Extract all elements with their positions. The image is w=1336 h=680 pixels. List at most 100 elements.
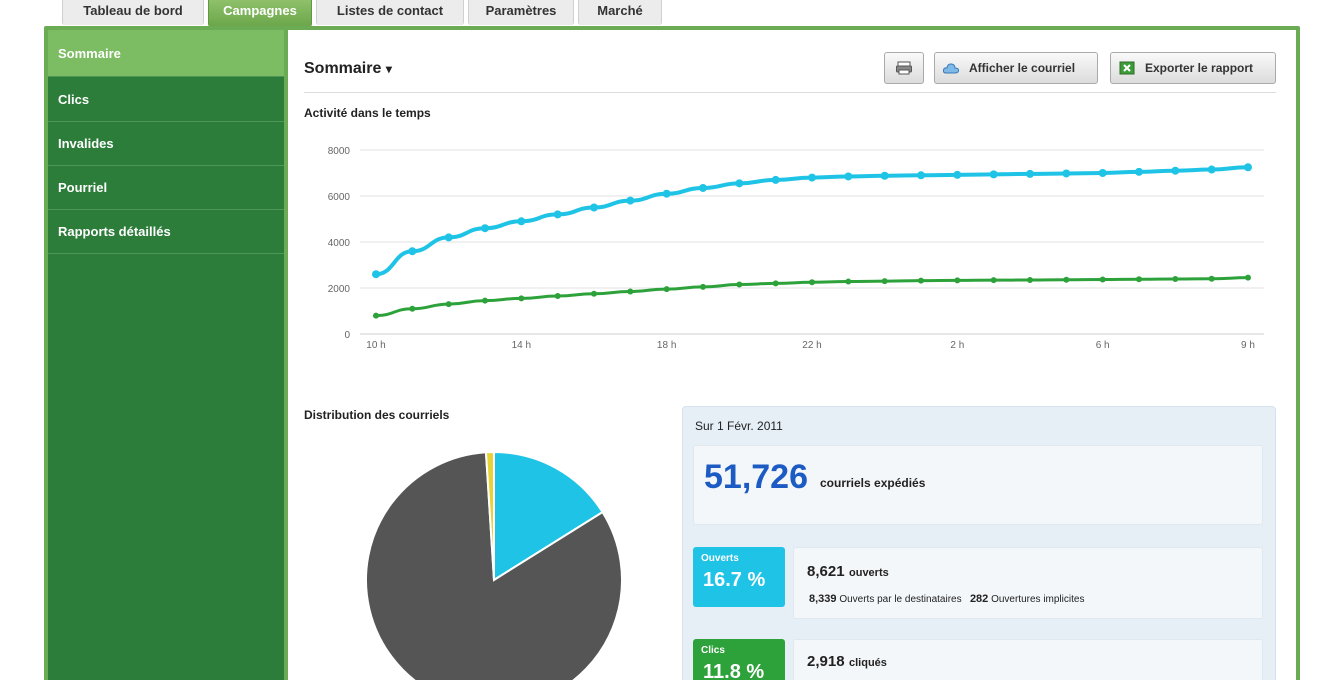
data-point bbox=[1099, 276, 1106, 283]
data-point bbox=[663, 286, 670, 293]
page-title-text: Sommaire bbox=[304, 60, 382, 77]
sidebar: Sommaire Clics Invalides Pourriel Rappor… bbox=[48, 30, 284, 680]
data-point bbox=[1245, 274, 1251, 281]
export-report-label: Exporter le rapport bbox=[1145, 61, 1254, 75]
x-tick-label: 2 h bbox=[950, 340, 964, 351]
data-point bbox=[700, 283, 706, 290]
sidebar-item-label: Clics bbox=[58, 92, 90, 107]
tab-marche[interactable]: Marché bbox=[578, 0, 662, 25]
data-point bbox=[517, 217, 526, 226]
x-tick-label: 10 h bbox=[366, 340, 385, 351]
data-point bbox=[591, 290, 597, 297]
tab-listes-de-contact[interactable]: Listes de contact bbox=[316, 0, 464, 25]
stats-date: Sur 1 Févr. 2011 bbox=[695, 419, 783, 433]
y-tick-label: 0 bbox=[344, 330, 350, 341]
sidebar-item-clics[interactable]: Clics bbox=[48, 78, 284, 122]
activity-line-chart: 0 2000 4000 6000 8000 10 h 14 h 18 h 22 h 2 h 6 h 9… bbox=[328, 146, 1264, 351]
data-point bbox=[844, 172, 853, 181]
sidebar-item-label: Rapports détaillés bbox=[58, 224, 171, 239]
series-line bbox=[375, 165, 1249, 277]
export-report-button[interactable]: Exporter le rapport bbox=[1110, 52, 1276, 84]
data-point bbox=[1098, 169, 1107, 177]
clicks-badge-label: Clics bbox=[701, 645, 725, 656]
sidebar-item-pourriel[interactable]: Pourriel bbox=[48, 166, 284, 210]
data-point bbox=[1171, 166, 1180, 175]
page-title[interactable]: Sommaire ▾ bbox=[304, 60, 392, 78]
sidebar-item-invalides[interactable]: Invalides bbox=[48, 122, 284, 166]
top-tab-bar: Tableau de bord Campagnes Listes de cont… bbox=[0, 0, 1336, 27]
data-point bbox=[373, 312, 379, 319]
data-point bbox=[408, 247, 417, 256]
data-point bbox=[554, 293, 561, 300]
chevron-down-icon: ▾ bbox=[385, 62, 392, 76]
opened-badge-label: Ouverts bbox=[701, 553, 739, 564]
data-point bbox=[1027, 276, 1033, 283]
clicks-label: cliqués bbox=[849, 657, 887, 669]
data-point bbox=[1208, 275, 1215, 282]
data-point bbox=[699, 183, 707, 192]
distribution-pie-chart bbox=[365, 450, 623, 680]
view-email-button[interactable]: Afficher le courriel bbox=[934, 52, 1098, 84]
opened-label: ouverts bbox=[849, 567, 889, 579]
x-tick-label: 14 h bbox=[512, 340, 531, 351]
data-point bbox=[1063, 276, 1070, 283]
data-point bbox=[482, 297, 488, 304]
data-point bbox=[735, 179, 744, 188]
data-point bbox=[590, 203, 598, 212]
opened-number: 8,621 bbox=[807, 563, 845, 580]
y-tick-label: 4000 bbox=[328, 238, 351, 249]
data-point bbox=[1244, 163, 1252, 172]
spreadsheet-icon bbox=[1119, 61, 1135, 75]
app-window: Tableau de bord Campagnes Listes de cont… bbox=[0, 0, 1336, 680]
data-point bbox=[954, 277, 961, 284]
opened-stat: 8,621 ouverts bbox=[807, 563, 889, 581]
clicks-stat: 2,918 cliqués bbox=[807, 653, 887, 671]
implicit-opens-number: 282 bbox=[969, 593, 989, 605]
x-tick-label: 6 h bbox=[1096, 340, 1110, 351]
data-point bbox=[481, 224, 489, 233]
data-point bbox=[1026, 169, 1034, 178]
opened-badge: Ouverts 16.7 % bbox=[693, 547, 785, 607]
data-point bbox=[771, 175, 780, 184]
data-point bbox=[881, 278, 888, 285]
print-icon bbox=[896, 61, 912, 75]
opened-breakdown: 8,339 Ouverts par le destinataires 282 O… bbox=[809, 593, 1084, 605]
data-point bbox=[626, 196, 635, 205]
data-point bbox=[553, 210, 562, 219]
x-tick-label: 18 h bbox=[657, 340, 676, 351]
opened-by-recipients-label: Ouverts par le destinataires bbox=[839, 594, 962, 605]
clicks-number: 2,918 bbox=[807, 653, 845, 670]
tab-tableau-de-bord[interactable]: Tableau de bord bbox=[62, 0, 204, 25]
data-point bbox=[1207, 165, 1216, 174]
clicks-badge: Clics 11.8 % bbox=[693, 639, 785, 680]
tab-label: Tableau de bord bbox=[83, 3, 183, 18]
sidebar-item-label: Pourriel bbox=[58, 180, 108, 195]
tab-label: Marché bbox=[597, 3, 643, 18]
data-point bbox=[880, 171, 889, 180]
data-point bbox=[918, 277, 924, 284]
x-tick-label: 9 h bbox=[1241, 340, 1255, 351]
x-tick-label: 22 h bbox=[802, 340, 821, 351]
print-button[interactable] bbox=[884, 52, 924, 84]
sent-number: 51,726 bbox=[704, 458, 808, 496]
sidebar-item-sommaire[interactable]: Sommaire bbox=[48, 30, 284, 77]
implicit-opens-label: Ouvertures implicites bbox=[991, 594, 1085, 605]
tab-parametres[interactable]: Paramètres bbox=[468, 0, 574, 25]
y-tick-label: 8000 bbox=[328, 146, 351, 157]
sent-label: courriels expédiés bbox=[820, 476, 926, 490]
sidebar-item-rapports-detailles[interactable]: Rapports détaillés bbox=[48, 210, 284, 254]
stats-panel: Sur 1 Févr. 2011 51,726 courriels expédi… bbox=[682, 406, 1276, 680]
activity-section-title: Activité dans le temps bbox=[304, 106, 431, 120]
view-email-label: Afficher le courriel bbox=[969, 61, 1076, 75]
data-point bbox=[808, 173, 816, 182]
distribution-section-title: Distribution des courriels bbox=[304, 408, 450, 422]
data-point bbox=[1136, 276, 1142, 283]
sidebar-item-label: Invalides bbox=[58, 136, 114, 151]
sidebar-item-label: Sommaire bbox=[58, 46, 121, 61]
data-point bbox=[662, 189, 671, 198]
y-tick-label: 6000 bbox=[328, 192, 351, 203]
data-point bbox=[990, 277, 997, 284]
data-point bbox=[772, 280, 779, 287]
tab-campagnes[interactable]: Campagnes bbox=[208, 0, 312, 27]
header-divider bbox=[304, 92, 1276, 93]
